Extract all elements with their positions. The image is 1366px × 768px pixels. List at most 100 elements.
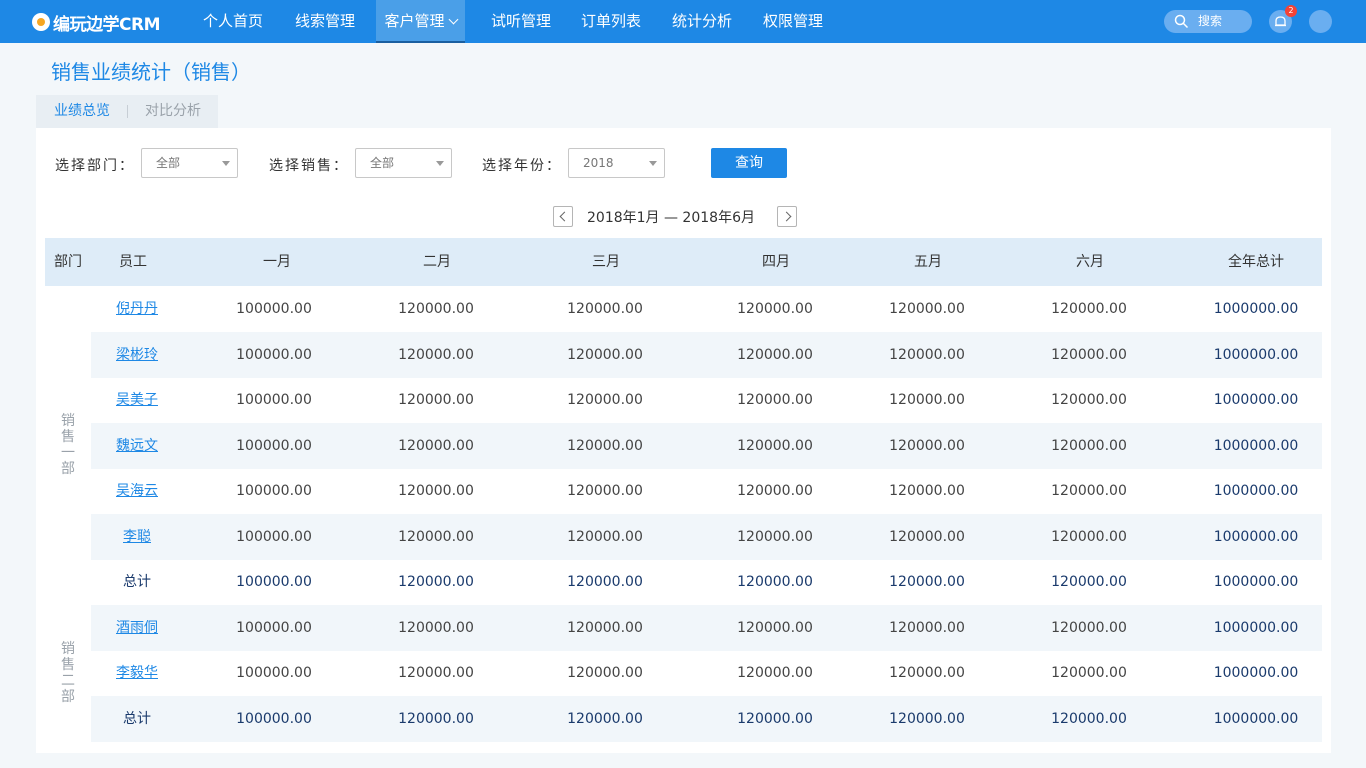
- th-jun: 六月: [1076, 254, 1104, 270]
- sales-select-value: 全部: [370, 156, 395, 170]
- department-select[interactable]: 全部: [141, 148, 238, 178]
- app-logo[interactable]: 编玩边学CRM: [32, 10, 160, 35]
- nav-item-permissions[interactable]: 权限管理: [752, 0, 834, 43]
- month-value-cell: 120000.00: [1051, 301, 1127, 317]
- subtotal-label: 总计: [123, 574, 151, 590]
- month-value-cell: 120000.00: [737, 619, 813, 636]
- logo-icon: [32, 13, 50, 31]
- search-label: 搜索: [1198, 14, 1223, 28]
- month-value-cell: 120000.00: [737, 392, 813, 408]
- employee-name-link[interactable]: 吴海云: [91, 468, 183, 514]
- logo-text: 编玩边学CRM: [53, 14, 160, 35]
- month-value-cell: 120000.00: [1051, 483, 1127, 499]
- month-value-cell: 120000.00: [567, 483, 643, 499]
- tab-bar: 业绩总览 对比分析: [36, 95, 218, 128]
- year-filter-label: 选择年份：: [482, 158, 562, 174]
- year-total-cell: 1000000.00: [1213, 346, 1299, 363]
- month-value-cell: 120000.00: [889, 528, 965, 545]
- table-row: 酒雨侗 100000.00 120000.00 120000.00 120000.00 1…: [91, 604, 1322, 651]
- employee-name-link[interactable]: 李聪: [91, 514, 183, 560]
- nav-item-customers-label: 客户管理: [384, 12, 445, 30]
- page-title: 销售业绩统计（销售）: [51, 60, 251, 84]
- next-period-button[interactable]: [777, 206, 797, 227]
- employee-name-link[interactable]: 酒雨侗: [91, 605, 183, 651]
- month-value-cell: 120000.00: [889, 437, 965, 454]
- month-value-cell: 100000.00: [236, 392, 312, 408]
- month-value-cell: 120000.00: [567, 346, 643, 363]
- year-total-cell: 1000000.00: [1213, 437, 1299, 454]
- month-value-cell: 120000.00: [1051, 619, 1127, 636]
- table-row-subtotal: 总计 100000.00 120000.00 120000.00 120000.00 12…: [91, 559, 1322, 605]
- nav-item-leads[interactable]: 线索管理: [284, 0, 366, 43]
- month-value-cell: 120000.00: [567, 528, 643, 545]
- tab-overview[interactable]: 业绩总览: [54, 95, 110, 128]
- th-mar: 三月: [592, 254, 620, 270]
- month-value-cell: 100000.00: [236, 619, 312, 636]
- month-value-cell: 120000.00: [567, 437, 643, 454]
- department-cell: 销售二部: [45, 604, 91, 741]
- month-value-cell: 120000.00: [1051, 437, 1127, 454]
- sales-select[interactable]: 全部: [355, 148, 452, 178]
- chevron-down-icon: [448, 14, 458, 25]
- month-value-cell: 120000.00: [398, 528, 474, 545]
- employee-name-link[interactable]: 李毅华: [91, 650, 183, 696]
- month-value-cell: 120000.00: [1051, 392, 1127, 408]
- month-value-cell: 120000.00: [737, 301, 813, 317]
- month-value-cell: 100000.00: [236, 710, 312, 727]
- year-total-cell: 1000000.00: [1213, 392, 1299, 408]
- year-select[interactable]: 2018: [568, 148, 665, 178]
- month-value-cell: 120000.00: [737, 528, 813, 545]
- employee-name-link[interactable]: 吴美子: [91, 377, 183, 423]
- employee-name-link[interactable]: 倪丹丹: [91, 286, 183, 332]
- employee-name-link[interactable]: 魏远文: [91, 423, 183, 469]
- table-row: 李毅华 100000.00 120000.00 120000.00 120000.00 1…: [91, 650, 1322, 696]
- month-value-cell: 120000.00: [889, 574, 965, 590]
- query-button[interactable]: 查询: [711, 148, 787, 178]
- month-value-cell: 120000.00: [567, 574, 643, 590]
- month-value-cell: 100000.00: [236, 301, 312, 317]
- month-value-cell: 120000.00: [398, 619, 474, 636]
- employee-name-link[interactable]: 梁彬玲: [91, 332, 183, 378]
- prev-period-button[interactable]: [553, 206, 573, 227]
- month-value-cell: 120000.00: [1051, 665, 1127, 681]
- nav-item-home[interactable]: 个人首页: [192, 0, 274, 43]
- caret-down-icon: [222, 161, 230, 166]
- caret-down-icon: [649, 161, 657, 166]
- month-value-cell: 120000.00: [398, 301, 474, 317]
- tab-comparison[interactable]: 对比分析: [145, 95, 201, 128]
- month-value-cell: 120000.00: [1051, 574, 1127, 590]
- month-value-cell: 120000.00: [1051, 528, 1127, 545]
- year-total-cell: 1000000.00: [1213, 301, 1299, 317]
- month-value-cell: 100000.00: [236, 574, 312, 590]
- month-value-cell: 100000.00: [236, 346, 312, 363]
- month-value-cell: 120000.00: [889, 665, 965, 681]
- top-navbar: 编玩边学CRM 个人首页 线索管理 客户管理 试听管理 订单列表 统计分析 权限…: [0, 0, 1366, 43]
- year-total-cell: 1000000.00: [1213, 710, 1299, 727]
- user-avatar[interactable]: [1309, 10, 1332, 33]
- department-name: 销售一部: [61, 413, 75, 477]
- nav-item-trial[interactable]: 试听管理: [480, 0, 562, 43]
- table-row: 魏远文 100000.00 120000.00 120000.00 120000.00 1…: [91, 422, 1322, 469]
- month-value-cell: 120000.00: [889, 483, 965, 499]
- search-button[interactable]: 搜索: [1164, 10, 1252, 33]
- caret-down-icon: [436, 161, 444, 166]
- nav-item-statistics[interactable]: 统计分析: [661, 0, 743, 43]
- nav-item-customers[interactable]: 客户管理: [376, 0, 465, 43]
- department-filter-label: 选择部门：: [55, 158, 135, 174]
- period-range: 2018年1月 — 2018年6月: [587, 210, 755, 226]
- month-value-cell: 120000.00: [398, 574, 474, 590]
- month-value-cell: 100000.00: [236, 528, 312, 545]
- month-value-cell: 100000.00: [236, 483, 312, 499]
- month-value-cell: 120000.00: [567, 710, 643, 727]
- nav-item-orders[interactable]: 订单列表: [570, 0, 652, 43]
- year-total-cell: 1000000.00: [1213, 619, 1299, 636]
- month-value-cell: 120000.00: [567, 665, 643, 681]
- department-cell: 销售一部: [45, 286, 91, 605]
- month-value-cell: 120000.00: [889, 346, 965, 363]
- month-value-cell: 120000.00: [398, 665, 474, 681]
- month-value-cell: 120000.00: [737, 346, 813, 363]
- table-row-subtotal: 总计 100000.00 120000.00 120000.00 120000.00 12…: [91, 695, 1322, 742]
- table-row: 吴海云 100000.00 120000.00 120000.00 120000.00 1…: [91, 468, 1322, 514]
- table-header: 部门 员工 一月 二月 三月 四月 五月 六月 全年总计: [45, 238, 1322, 286]
- search-icon: [1174, 14, 1189, 29]
